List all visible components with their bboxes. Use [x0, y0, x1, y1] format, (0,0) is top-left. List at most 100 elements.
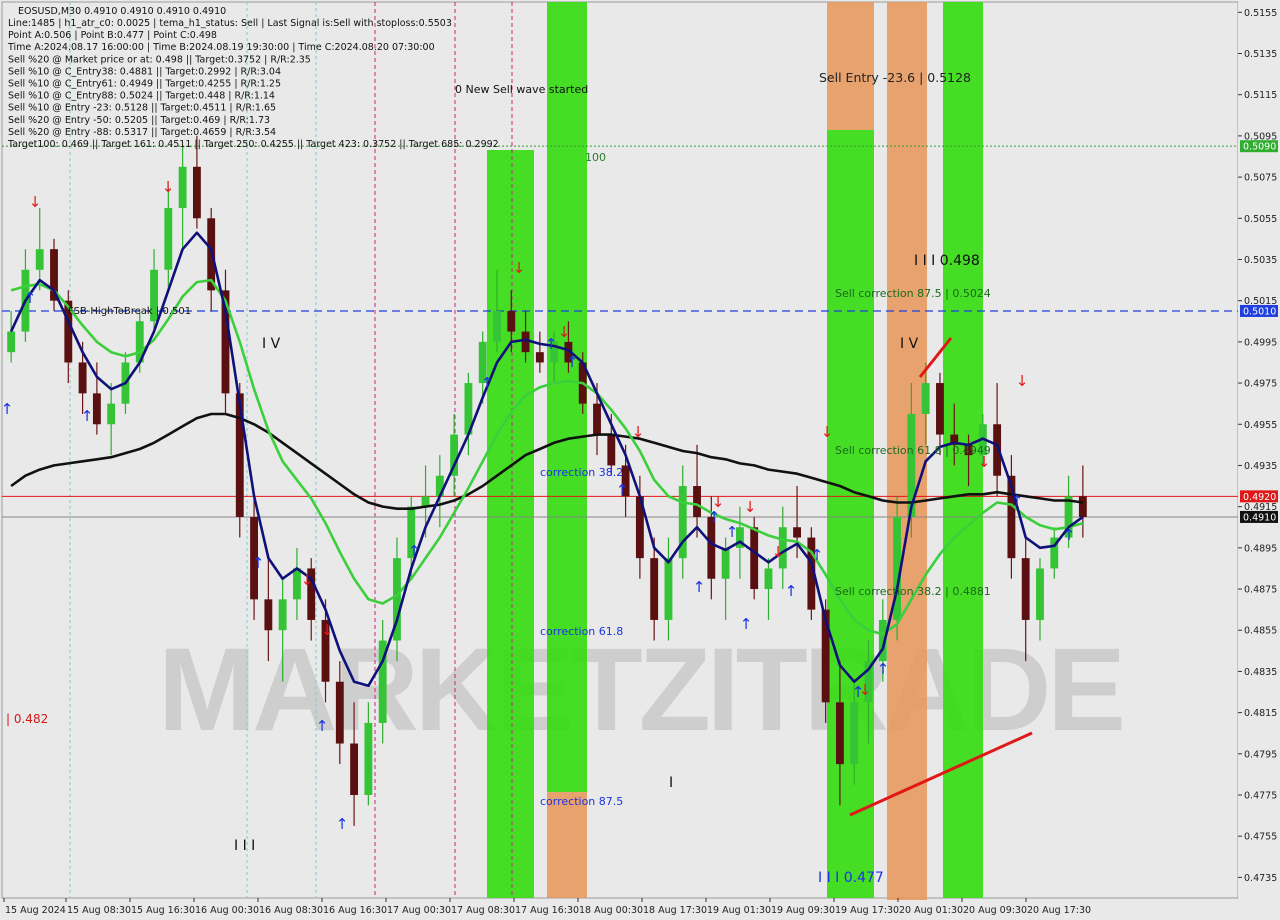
buy-arrow-icon: ↑: [336, 815, 349, 833]
y-tick-label: 0.5155: [1244, 8, 1277, 19]
correction-875-label: correction 87.5: [540, 795, 623, 808]
candle-body: [278, 599, 287, 631]
candle-body: [35, 249, 44, 270]
y-tick-label: 0.4955: [1244, 420, 1277, 431]
buy-arrow-icon: ↑: [740, 615, 753, 633]
wave-i-label: I: [669, 775, 673, 791]
info-line: Sell %10 @ C_Entry61: 0.4949 || Target:0…: [8, 79, 281, 90]
info-line: Sell %20 @ Entry -88: 0.5317 || Target:0…: [8, 127, 276, 138]
x-tick-label: 19 Aug 01:30: [707, 905, 771, 916]
buy-arrow-icon: ↑: [616, 481, 629, 499]
sell-arrow-icon: ↓: [632, 423, 645, 441]
left-482-label: | 0.482: [6, 712, 48, 726]
x-tick-label: 19 Aug 09:30: [771, 905, 835, 916]
buy-arrow-icon: ↑: [877, 660, 890, 678]
candle-body: [350, 743, 359, 796]
candle-body: [178, 166, 187, 208]
buy-arrow-icon: ↑: [408, 542, 421, 560]
y-tick-label: 0.5075: [1244, 173, 1277, 184]
candle-body: [92, 393, 101, 425]
y-tick-label: 0.4795: [1244, 749, 1277, 760]
buy-arrow-icon: ↑: [481, 374, 494, 392]
info-line: Sell %20 @ Entry -50: 0.5205 || Target:0…: [8, 115, 270, 126]
x-tick-label: 16 Aug 08:30: [259, 905, 323, 916]
buy-arrow-icon: ↑: [81, 407, 94, 425]
correction-382-label: correction 38.2: [540, 466, 623, 479]
sell-entry-label: Sell Entry -23.6 | 0.5128: [819, 70, 971, 85]
candle-body: [335, 681, 344, 744]
candle-body: [650, 558, 659, 620]
correction-618-label: correction 61.8: [540, 625, 623, 638]
symbol-line: EOSUSD,M30 0.4910 0.4910 0.4910 0.4910: [18, 6, 226, 17]
sell-correction-382-label: Sell correction 38.2 | 0.4881: [835, 585, 991, 598]
buy-arrow-icon: ↑: [316, 717, 329, 735]
y-tick-label: 0.4775: [1244, 791, 1277, 802]
x-tick-label: 20 Aug 09:30: [963, 905, 1027, 916]
x-tick-label: 17 Aug 16:30: [515, 905, 579, 916]
candle-body: [364, 722, 373, 796]
buy-arrow-icon: ↑: [726, 523, 739, 541]
info-line: Sell %10 @ C_Entry38: 0.4881 || Target:0…: [8, 66, 281, 77]
candle-body: [836, 702, 844, 765]
time-axis: 15 Aug 2024 15 Aug 08:30 15 Aug 16:30 16 Au…: [3, 898, 1091, 916]
wave-iv-left-label: I V: [262, 336, 281, 352]
buy-arrow-icon: ↑: [545, 335, 558, 353]
wave-iii-bottom-label: I I I 0.477: [818, 870, 884, 886]
green-zone-1: [487, 150, 534, 898]
x-tick-label: 18 Aug 17:30: [643, 905, 707, 916]
price-tag-label: 0.5090: [1243, 142, 1276, 153]
x-tick-label: 20 Aug 01:30: [899, 905, 963, 916]
candle-body: [493, 310, 501, 342]
y-tick-label: 0.4835: [1244, 667, 1277, 678]
sell-arrow-icon: ↓: [162, 178, 175, 196]
y-tick-label: 0.5135: [1244, 49, 1277, 60]
info-line: Sell %10 @ C_Entry88: 0.5024 || Target:0…: [8, 91, 275, 102]
info-line: Sell %10 @ Entry -23: 0.5128 || Target:0…: [8, 103, 276, 114]
candle-body: [707, 516, 716, 579]
chart-window[interactable]: MARKETZITRADE ↓ ↓ ↓ ↓ ↓ ↓ ↓ ↓ ↓ ↓ ↓ ↓ ↓ …: [0, 0, 1280, 920]
info-line: Line:1485 | h1_atr_c0: 0.0025 | tema_h1_…: [8, 18, 452, 29]
buy-arrow-icon: ↑: [708, 508, 721, 526]
y-tick-label: 0.4895: [1244, 543, 1277, 554]
candle-body: [293, 568, 301, 600]
info-line: Target100: 0.469 || Target 161: 0.4511 |…: [7, 139, 499, 150]
candle-body: [192, 166, 201, 219]
x-tick-label: 18 Aug 00:30: [579, 905, 643, 916]
candle-body: [750, 527, 759, 590]
candle-body: [264, 599, 273, 631]
y-tick-label: 0.4755: [1244, 832, 1277, 843]
buy-arrow-icon: ↑: [811, 546, 824, 564]
wave-iii-left-label: I I I: [234, 838, 255, 854]
candle-body: [793, 527, 801, 538]
buy-arrow-icon: ↑: [785, 582, 798, 600]
candle-body: [107, 403, 116, 425]
sell-arrow-icon: ↓: [29, 193, 42, 211]
y-tick-label: 0.5115: [1244, 90, 1277, 101]
x-tick-label: 19 Aug 17:30: [835, 905, 899, 916]
x-tick-label: 20 Aug 17:30: [1027, 905, 1091, 916]
info-line: Point A:0.506 | Point B:0.477 | Point C:…: [8, 30, 217, 41]
candle-body: [693, 486, 701, 517]
price-chart[interactable]: MARKETZITRADE ↓ ↓ ↓ ↓ ↓ ↓ ↓ ↓ ↓ ↓ ↓ ↓ ↓ …: [0, 0, 1280, 920]
x-tick-label: 17 Aug 00:30: [387, 905, 451, 916]
info-line: Sell %20 @ Market price or at: 0.498 || …: [8, 54, 311, 65]
sell-arrow-icon: ↓: [821, 423, 834, 441]
candle-body: [593, 403, 601, 435]
y-tick-label: 0.5055: [1244, 214, 1277, 225]
green-zone-3: [827, 130, 874, 898]
buy-arrow-icon: ↑: [1063, 526, 1076, 544]
y-tick-label: 0.4855: [1244, 626, 1277, 637]
x-tick-label: 17 Aug 08:30: [451, 905, 515, 916]
buy-arrow-icon: ↑: [693, 578, 706, 596]
candle-body: [1036, 568, 1044, 620]
candle-body: [1021, 558, 1030, 620]
candle-body: [1078, 496, 1087, 517]
new-wave-label: 0 New Sell wave started: [455, 83, 588, 96]
sell-arrow-icon: ↓: [513, 259, 526, 277]
candle-body: [850, 702, 859, 765]
buy-arrow-icon: ↑: [24, 289, 37, 307]
sell-arrow-icon: ↓: [744, 498, 757, 516]
candle-body: [78, 362, 87, 394]
candle-body: [921, 383, 930, 414]
candle-body: [721, 547, 730, 579]
